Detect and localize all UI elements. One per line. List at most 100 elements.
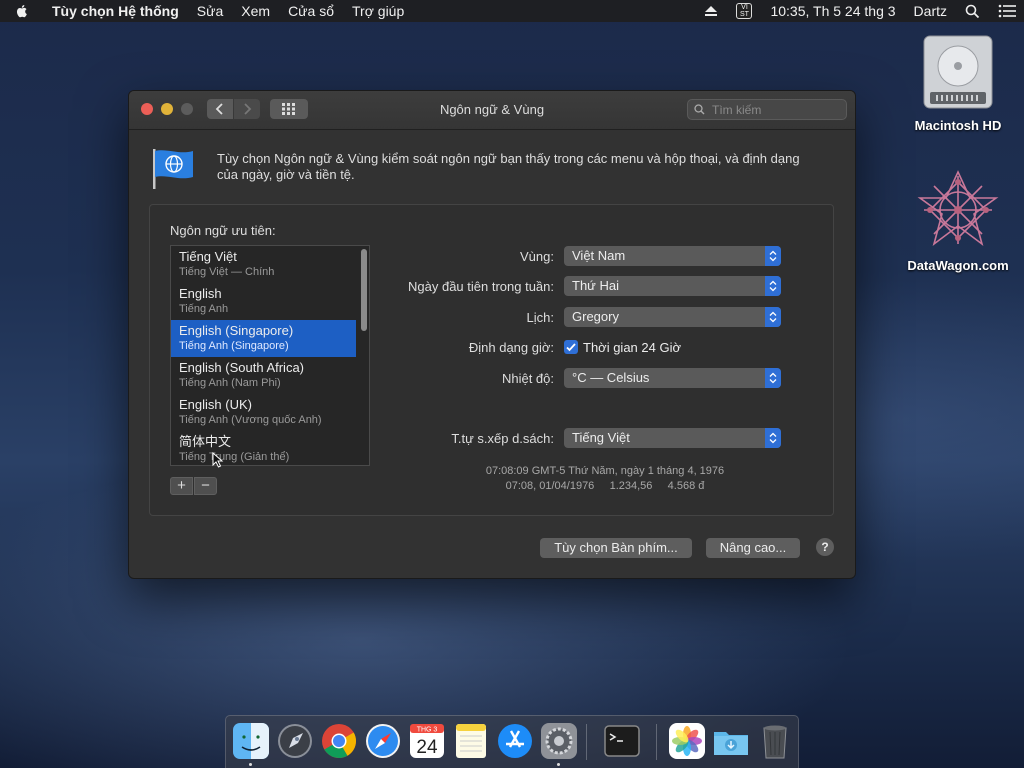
search-field[interactable] [687,99,847,120]
language-name: English (Singapore) [179,323,294,338]
preferred-languages-label: Ngôn ngữ ưu tiên: [170,223,276,238]
popup-arrows-icon [765,428,781,448]
input-source-badge[interactable]: VI ST [736,3,753,19]
language-item-english-uk[interactable]: English (UK) Tiếng Anh (Vương quốc Anh) [171,394,356,431]
language-item-vietnamese[interactable]: Tiếng Việt Tiếng Việt — Chính [171,246,356,283]
menu-help[interactable]: Trợ giúp [352,3,404,19]
language-name: English (South Africa) [179,360,305,375]
add-language-button[interactable]: + [170,477,193,495]
temperature-value: °C — Celsius [572,370,650,385]
help-button[interactable]: ? [816,538,834,556]
language-region-window: Ngôn ngữ & Vùng Tùy chọn Ngôn ngữ & Vùng… [128,90,856,579]
pane-description: Tùy chọn Ngôn ngữ & Vùng kiểm soát ngôn … [217,151,800,182]
menu-clock[interactable]: 10:35, Th 5 24 thg 3 [770,3,895,19]
desktop-icon-label: Macintosh HD [914,118,1002,133]
language-subtitle: Tiếng Anh [179,303,229,315]
menu-bar: Tùy chọn Hệ thống Sửa Xem Cửa sổ Trợ giú… [0,0,1024,22]
first-day-popup[interactable]: Thứ Hai [564,276,781,296]
language-subtitle: Tiếng Trung (Giản thể) [179,451,290,463]
mouse-cursor-icon [212,452,224,468]
eject-icon[interactable] [704,5,718,17]
finder-icon[interactable] [232,722,270,760]
language-item-chinese-simplified[interactable]: 简体中文 Tiếng Trung (Giản thể) [171,431,356,465]
menu-app-name[interactable]: Tùy chọn Hệ thống [52,3,179,19]
search-input[interactable] [710,101,834,118]
calendar-row: Lịch: Gregory [380,307,800,327]
launchpad-icon[interactable] [276,722,314,760]
menu-view[interactable]: Xem [241,3,270,19]
desktop-icon-macintosh-hd[interactable]: Macintosh HD [903,32,1013,133]
list-sort-row: T.tự s.xếp d.sách: Tiếng Việt [380,428,800,448]
language-name: 简体中文 [179,434,232,449]
language-name: English [179,286,222,301]
running-indicator [557,763,560,766]
temperature-popup[interactable]: °C — Celsius [564,368,781,388]
remove-language-button[interactable]: − [194,477,217,495]
region-popup[interactable]: Việt Nam [564,246,781,266]
format-sample-line-2: 07:08, 01/04/1976 1.234,56 4.568 đ [505,480,705,492]
calendar-icon-month: THG 3 [417,727,438,734]
desktop-icon-datawagon[interactable]: DataWagon.com [903,168,1013,273]
datawagon-logo-icon [917,170,999,247]
dock-separator [586,724,587,760]
language-subtitle: Tiếng Anh (Singapore) [179,340,289,352]
calendar-popup[interactable]: Gregory [564,307,781,327]
terminal-icon[interactable] [603,722,641,760]
list-sort-label: T.tự s.xếp d.sách: [451,430,554,446]
language-item-english[interactable]: English Tiếng Anh [171,283,356,320]
calendar-icon-day: 24 [416,737,438,758]
hard-drive-icon [923,35,993,109]
calendar-value: Gregory [572,309,619,324]
preferred-languages-list[interactable]: Tiếng Việt Tiếng Việt — Chính English Ti… [170,245,370,466]
language-subtitle: Tiếng Anh (Nam Phi) [179,377,281,389]
notification-center-icon[interactable] [998,4,1016,18]
chrome-icon[interactable] [320,722,358,760]
calendar-label: Lịch: [526,309,554,325]
input-source-label: VI ST [739,4,749,18]
dock-separator [656,724,657,760]
menu-user[interactable]: Dartz [914,3,947,19]
time-format-label: Định dạng giờ: [468,339,554,355]
temperature-label: Nhiệt độ: [501,370,554,386]
search-icon [694,104,705,115]
first-day-value: Thứ Hai [572,278,619,293]
checkmark-icon [566,343,576,352]
popup-arrows-icon [765,307,781,327]
language-item-english-south-africa[interactable]: English (South Africa) Tiếng Anh (Nam Ph… [171,357,356,394]
menu-edit[interactable]: Sửa [197,3,224,19]
language-item-english-singapore[interactable]: English (Singapore) Tiếng Anh (Singapore… [171,320,356,357]
time-format-row: Định dạng giờ: Thời gian 24 Giờ [380,337,800,357]
spotlight-search-icon[interactable] [965,4,980,19]
list-sort-value: Tiếng Việt [572,430,630,445]
popup-arrows-icon [765,276,781,296]
running-indicator [249,763,252,766]
apple-menu-icon[interactable] [14,3,30,19]
system-preferences-icon[interactable] [540,722,578,760]
photos-icon[interactable] [668,722,706,760]
safari-icon[interactable] [364,722,402,760]
keyboard-preferences-button[interactable]: Tùy chọn Bàn phím... [540,538,692,558]
dock: THG 3 24 [225,715,799,768]
app-store-icon[interactable] [496,722,534,760]
list-scrollbar-thumb[interactable] [361,249,367,331]
window-titlebar[interactable]: Ngôn ngữ & Vùng [129,91,855,130]
notes-icon[interactable] [452,722,490,760]
popup-arrows-icon [765,368,781,388]
language-region-flag-icon [153,149,193,189]
menu-window[interactable]: Cửa sổ [288,3,334,19]
calendar-icon[interactable]: THG 3 24 [408,722,446,760]
24-hour-time-checkbox[interactable] [564,340,578,354]
24-hour-time-label[interactable]: Thời gian 24 Giờ [583,340,681,355]
advanced-button[interactable]: Nâng cao... [706,538,800,558]
language-subtitle: Tiếng Việt — Chính [179,266,275,278]
region-value: Việt Nam [572,248,626,263]
language-name: Tiếng Việt [179,249,237,264]
first-day-row: Ngày đầu tiên trong tuần: Thứ Hai [380,276,800,296]
settings-panel: Ngôn ngữ ưu tiên: Tiếng Việt Tiếng Việt … [149,204,834,516]
downloads-folder-icon[interactable] [712,722,750,760]
language-subtitle: Tiếng Anh (Vương quốc Anh) [179,414,322,426]
trash-icon[interactable] [756,722,794,760]
list-sort-popup[interactable]: Tiếng Việt [564,428,781,448]
format-sample-line-1: 07:08:09 GMT-5 Thứ Năm, ngày 1 tháng 4, … [485,465,725,477]
region-row: Vùng: Việt Nam [380,246,800,266]
